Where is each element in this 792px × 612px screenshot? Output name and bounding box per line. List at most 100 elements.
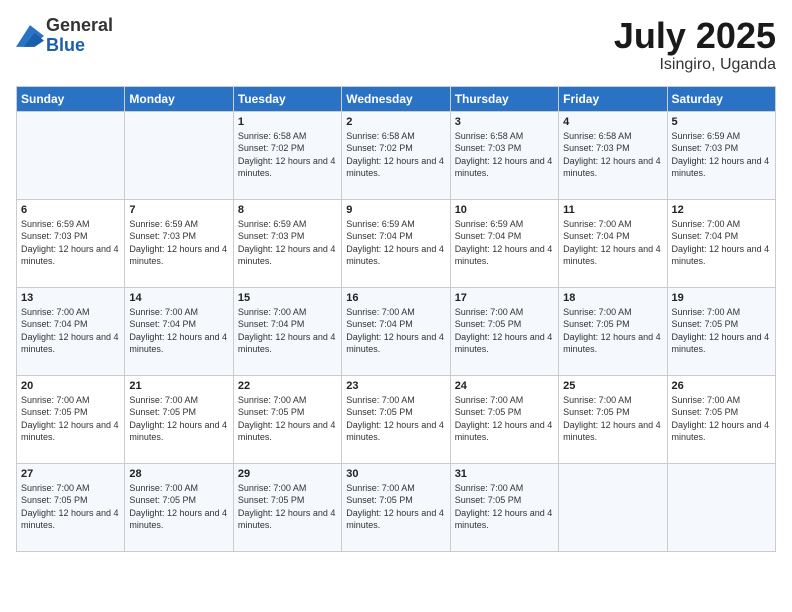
calendar-cell: 21 Sunrise: 7:00 AMSunset: 7:05 PMDaylig… (125, 375, 233, 463)
day-detail: Sunrise: 6:59 AMSunset: 7:03 PMDaylight:… (238, 219, 336, 267)
calendar-cell (667, 463, 775, 551)
calendar-cell: 13 Sunrise: 7:00 AMSunset: 7:04 PMDaylig… (17, 287, 125, 375)
calendar-cell (559, 463, 667, 551)
calendar-cell (17, 111, 125, 199)
day-number: 10 (455, 204, 554, 216)
day-detail: Sunrise: 7:00 AMSunset: 7:05 PMDaylight:… (346, 395, 444, 443)
day-detail: Sunrise: 7:00 AMSunset: 7:04 PMDaylight:… (129, 307, 227, 355)
day-number: 15 (238, 292, 337, 304)
day-number: 23 (346, 380, 445, 392)
day-number: 17 (455, 292, 554, 304)
day-number: 7 (129, 204, 228, 216)
calendar-cell: 8 Sunrise: 6:59 AMSunset: 7:03 PMDayligh… (233, 199, 341, 287)
day-number: 19 (672, 292, 771, 304)
day-detail: Sunrise: 6:59 AMSunset: 7:04 PMDaylight:… (346, 219, 444, 267)
day-number: 22 (238, 380, 337, 392)
calendar-cell: 22 Sunrise: 7:00 AMSunset: 7:05 PMDaylig… (233, 375, 341, 463)
day-detail: Sunrise: 7:00 AMSunset: 7:04 PMDaylight:… (21, 307, 119, 355)
day-detail: Sunrise: 7:00 AMSunset: 7:05 PMDaylight:… (455, 483, 553, 531)
day-number: 9 (346, 204, 445, 216)
month-year: July 2025 (614, 16, 776, 56)
header-monday: Monday (125, 86, 233, 111)
day-number: 11 (563, 204, 662, 216)
day-detail: Sunrise: 6:59 AMSunset: 7:04 PMDaylight:… (455, 219, 553, 267)
header-saturday: Saturday (667, 86, 775, 111)
calendar-cell: 7 Sunrise: 6:59 AMSunset: 7:03 PMDayligh… (125, 199, 233, 287)
calendar-cell: 11 Sunrise: 7:00 AMSunset: 7:04 PMDaylig… (559, 199, 667, 287)
title-block: July 2025 Isingiro, Uganda (614, 16, 776, 74)
calendar-cell: 3 Sunrise: 6:58 AMSunset: 7:03 PMDayligh… (450, 111, 558, 199)
day-number: 25 (563, 380, 662, 392)
day-detail: Sunrise: 7:00 AMSunset: 7:05 PMDaylight:… (455, 395, 553, 443)
calendar-table: Sunday Monday Tuesday Wednesday Thursday… (16, 86, 776, 552)
day-detail: Sunrise: 7:00 AMSunset: 7:05 PMDaylight:… (129, 395, 227, 443)
logo-general-text: General (46, 15, 113, 35)
day-number: 12 (672, 204, 771, 216)
day-detail: Sunrise: 7:00 AMSunset: 7:05 PMDaylight:… (672, 395, 770, 443)
day-detail: Sunrise: 7:00 AMSunset: 7:04 PMDaylight:… (238, 307, 336, 355)
calendar-cell: 19 Sunrise: 7:00 AMSunset: 7:05 PMDaylig… (667, 287, 775, 375)
calendar-cell: 28 Sunrise: 7:00 AMSunset: 7:05 PMDaylig… (125, 463, 233, 551)
day-detail: Sunrise: 7:00 AMSunset: 7:04 PMDaylight:… (672, 219, 770, 267)
day-number: 14 (129, 292, 228, 304)
calendar-cell: 15 Sunrise: 7:00 AMSunset: 7:04 PMDaylig… (233, 287, 341, 375)
calendar-week-3: 13 Sunrise: 7:00 AMSunset: 7:04 PMDaylig… (17, 287, 776, 375)
calendar-cell: 24 Sunrise: 7:00 AMSunset: 7:05 PMDaylig… (450, 375, 558, 463)
day-detail: Sunrise: 7:00 AMSunset: 7:05 PMDaylight:… (238, 395, 336, 443)
calendar-cell: 23 Sunrise: 7:00 AMSunset: 7:05 PMDaylig… (342, 375, 450, 463)
calendar-cell: 4 Sunrise: 6:58 AMSunset: 7:03 PMDayligh… (559, 111, 667, 199)
day-number: 5 (672, 116, 771, 128)
header-friday: Friday (559, 86, 667, 111)
day-number: 27 (21, 468, 120, 480)
day-number: 28 (129, 468, 228, 480)
day-detail: Sunrise: 7:00 AMSunset: 7:05 PMDaylight:… (346, 483, 444, 531)
day-number: 30 (346, 468, 445, 480)
calendar-cell: 16 Sunrise: 7:00 AMSunset: 7:04 PMDaylig… (342, 287, 450, 375)
day-detail: Sunrise: 6:59 AMSunset: 7:03 PMDaylight:… (672, 131, 770, 179)
day-number: 24 (455, 380, 554, 392)
day-detail: Sunrise: 6:58 AMSunset: 7:02 PMDaylight:… (238, 131, 336, 179)
calendar-cell: 6 Sunrise: 6:59 AMSunset: 7:03 PMDayligh… (17, 199, 125, 287)
calendar-cell: 5 Sunrise: 6:59 AMSunset: 7:03 PMDayligh… (667, 111, 775, 199)
calendar-cell: 17 Sunrise: 7:00 AMSunset: 7:05 PMDaylig… (450, 287, 558, 375)
calendar-week-2: 6 Sunrise: 6:59 AMSunset: 7:03 PMDayligh… (17, 199, 776, 287)
day-detail: Sunrise: 7:00 AMSunset: 7:05 PMDaylight:… (672, 307, 770, 355)
day-number: 29 (238, 468, 337, 480)
day-detail: Sunrise: 7:00 AMSunset: 7:05 PMDaylight:… (455, 307, 553, 355)
calendar-cell: 29 Sunrise: 7:00 AMSunset: 7:05 PMDaylig… (233, 463, 341, 551)
header-tuesday: Tuesday (233, 86, 341, 111)
day-detail: Sunrise: 7:00 AMSunset: 7:05 PMDaylight:… (563, 307, 661, 355)
calendar-cell: 26 Sunrise: 7:00 AMSunset: 7:05 PMDaylig… (667, 375, 775, 463)
logo: General Blue (16, 16, 113, 56)
calendar-cell: 2 Sunrise: 6:58 AMSunset: 7:02 PMDayligh… (342, 111, 450, 199)
calendar-cell: 31 Sunrise: 7:00 AMSunset: 7:05 PMDaylig… (450, 463, 558, 551)
day-detail: Sunrise: 6:58 AMSunset: 7:03 PMDaylight:… (455, 131, 553, 179)
calendar-week-1: 1 Sunrise: 6:58 AMSunset: 7:02 PMDayligh… (17, 111, 776, 199)
day-number: 8 (238, 204, 337, 216)
day-number: 4 (563, 116, 662, 128)
header-wednesday: Wednesday (342, 86, 450, 111)
day-number: 16 (346, 292, 445, 304)
day-detail: Sunrise: 7:00 AMSunset: 7:04 PMDaylight:… (346, 307, 444, 355)
calendar-cell: 20 Sunrise: 7:00 AMSunset: 7:05 PMDaylig… (17, 375, 125, 463)
day-detail: Sunrise: 6:58 AMSunset: 7:03 PMDaylight:… (563, 131, 661, 179)
weekday-header-row: Sunday Monday Tuesday Wednesday Thursday… (17, 86, 776, 111)
day-number: 20 (21, 380, 120, 392)
day-number: 6 (21, 204, 120, 216)
logo-blue-text: Blue (46, 35, 85, 55)
calendar-cell: 1 Sunrise: 6:58 AMSunset: 7:02 PMDayligh… (233, 111, 341, 199)
day-detail: Sunrise: 7:00 AMSunset: 7:05 PMDaylight:… (21, 483, 119, 531)
calendar-cell: 18 Sunrise: 7:00 AMSunset: 7:05 PMDaylig… (559, 287, 667, 375)
day-detail: Sunrise: 6:59 AMSunset: 7:03 PMDaylight:… (129, 219, 227, 267)
day-detail: Sunrise: 7:00 AMSunset: 7:05 PMDaylight:… (129, 483, 227, 531)
header-sunday: Sunday (17, 86, 125, 111)
day-number: 2 (346, 116, 445, 128)
calendar-cell: 10 Sunrise: 6:59 AMSunset: 7:04 PMDaylig… (450, 199, 558, 287)
day-number: 21 (129, 380, 228, 392)
day-number: 1 (238, 116, 337, 128)
day-number: 3 (455, 116, 554, 128)
day-number: 26 (672, 380, 771, 392)
calendar-cell: 27 Sunrise: 7:00 AMSunset: 7:05 PMDaylig… (17, 463, 125, 551)
day-detail: Sunrise: 7:00 AMSunset: 7:05 PMDaylight:… (238, 483, 336, 531)
page-header: General Blue July 2025 Isingiro, Uganda (16, 16, 776, 74)
